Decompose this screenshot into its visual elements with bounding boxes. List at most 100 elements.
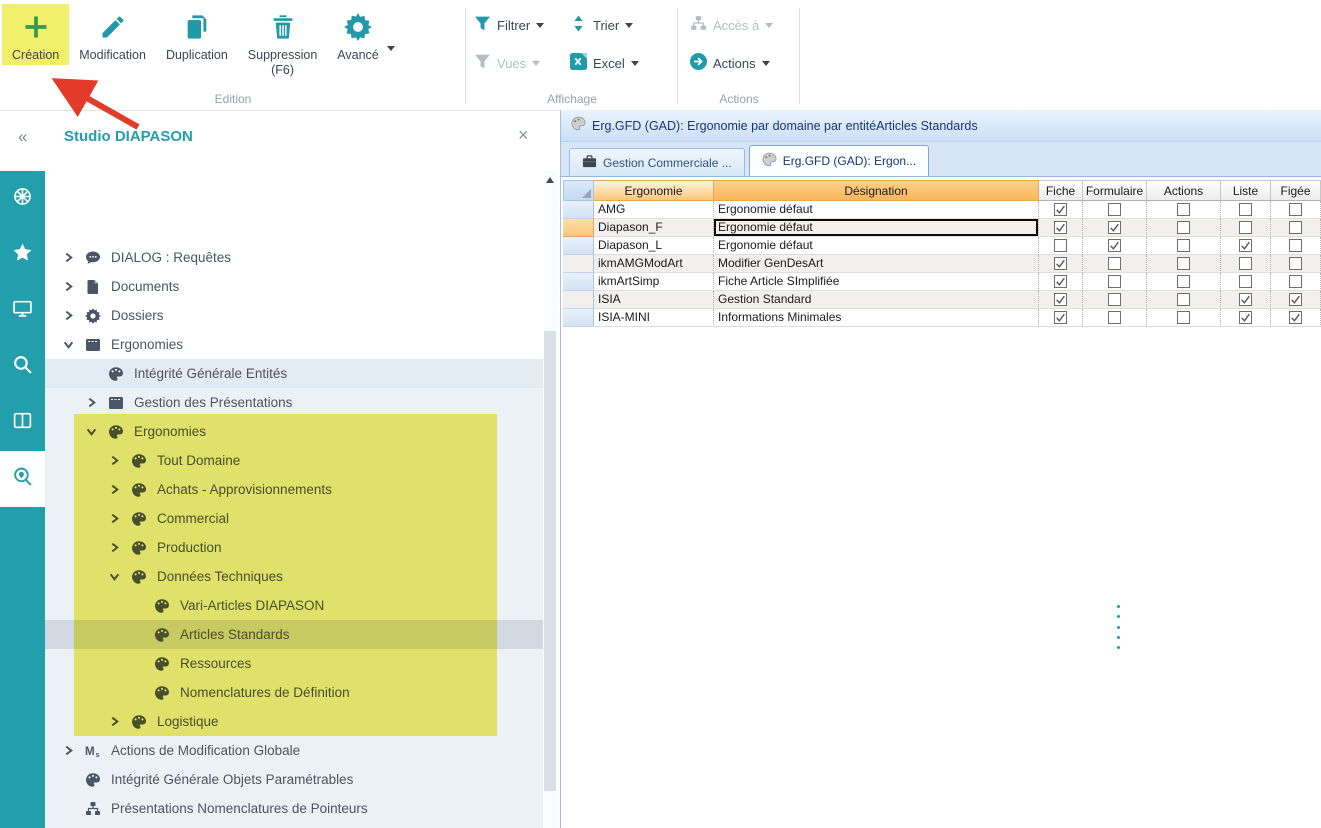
checkbox-formulaire[interactable] [1083,309,1147,327]
rail-item-split-view-icon[interactable] [0,395,45,451]
row-selector[interactable] [563,291,594,309]
rail-item-search-pin-icon[interactable] [0,451,45,507]
tree-item-int-grit-g-n-rale-entit-s[interactable]: Intégrité Générale Entités [45,359,543,388]
checkbox-figee[interactable] [1271,309,1321,327]
filtrer-button[interactable]: Filtrer [474,6,570,44]
tree-item-volets[interactable]: Volets [45,823,543,828]
rail-item-search-icon[interactable] [0,339,45,395]
checkbox-formulaire[interactable] [1083,237,1147,255]
sidebar-close-icon[interactable]: × [518,125,529,146]
rail-item-monitor-icon[interactable] [0,283,45,339]
avanc--button[interactable]: Avancé [327,4,388,65]
tree-item-ergonomies[interactable]: Ergonomies [45,330,543,359]
select-all-corner[interactable] [563,180,594,201]
scrollbar-thumb[interactable] [544,331,556,791]
row-selector[interactable] [563,273,594,291]
checkbox-liste[interactable] [1221,219,1271,237]
checkbox-liste[interactable] [1221,255,1271,273]
rail-item-star-icon[interactable] [0,227,45,283]
duplication-button[interactable]: Duplication [156,4,238,65]
checkbox-formulaire[interactable] [1083,201,1147,219]
checkbox-figee[interactable] [1271,291,1321,309]
cell-ergonomie[interactable]: Diapason_F [594,219,714,237]
rail-item-wheel-icon[interactable] [0,171,45,227]
row-selector[interactable] [563,237,594,255]
chevron-down-icon[interactable] [86,424,108,440]
checkbox-liste[interactable] [1221,309,1271,327]
acc-s-à-button[interactable]: Accès à [690,6,792,44]
tree-item-achats-approvisionnements[interactable]: Achats - Approvisionnements [45,475,543,504]
chevron-right-icon[interactable] [109,714,131,730]
cell-designation[interactable]: Modifier GenDesArt [714,255,1039,273]
chevron-right-icon[interactable] [63,308,85,324]
checkbox-fiche[interactable] [1039,219,1083,237]
cell-ergonomie[interactable]: ISIA [594,291,714,309]
cell-ergonomie[interactable]: ikmArtSimp [594,273,714,291]
checkbox-actions[interactable] [1147,273,1221,291]
tab-erg-gfd[interactable]: Erg.GFD (GAD): Ergon... [749,145,929,176]
tree-item-dialog-requ-tes[interactable]: DIALOG : Requêtes [45,243,543,272]
tree-item-pr-sentations-nomenclatures-de-pointeurs[interactable]: Présentations Nomenclatures de Pointeurs [45,794,543,823]
chevron-down-icon[interactable] [109,569,131,585]
cell-designation[interactable]: Ergonomie défaut [714,219,1039,237]
sidebar-collapse-icon[interactable]: « [18,127,27,147]
cell-ergonomie[interactable]: Diapason_L [594,237,714,255]
checkbox-fiche[interactable] [1039,201,1083,219]
column-header-figée[interactable]: Figée [1271,180,1321,201]
checkbox-liste[interactable] [1221,201,1271,219]
row-selector[interactable] [563,255,594,273]
tree-item-gestion-des-pr-sentations[interactable]: Gestion des Présentations [45,388,543,417]
checkbox-actions[interactable] [1147,291,1221,309]
tree-item-articles-standards[interactable]: Articles Standards [45,620,543,649]
checkbox-figee[interactable] [1271,255,1321,273]
chevron-right-icon[interactable] [109,511,131,527]
tree-item-vari-articles-diapason[interactable]: Vari-Articles DIAPASON [45,591,543,620]
checkbox-fiche[interactable] [1039,255,1083,273]
tree-item-nomenclatures-de-d-finition[interactable]: Nomenclatures de Définition [45,678,543,707]
splitter-grip[interactable] [1116,605,1120,649]
tree-item-int-grit-g-n-rale-objets-param-trables[interactable]: Intégrité Générale Objets Paramétrables [45,765,543,794]
checkbox-actions[interactable] [1147,255,1221,273]
row-selector[interactable] [563,201,594,219]
tree-item-actions-de-modification-globale[interactable]: MsActions de Modification Globale [45,736,543,765]
cr-ation-button[interactable]: Création [2,4,69,65]
row-selector[interactable] [563,219,594,237]
chevron-right-icon[interactable] [63,743,85,759]
cell-designation[interactable]: Ergonomie défaut [714,237,1039,255]
column-header-formulaire[interactable]: Formulaire [1083,180,1147,201]
tree-item-documents[interactable]: Documents [45,272,543,301]
cell-ergonomie[interactable]: ISIA-MINI [594,309,714,327]
chevron-right-icon[interactable] [63,279,85,295]
chevron-right-icon[interactable] [63,250,85,266]
tree-item-commercial[interactable]: Commercial [45,504,543,533]
actions-button[interactable]: Actions [690,44,792,82]
tab-gestion-commerciale[interactable]: Gestion Commerciale ... [569,148,745,176]
cell-ergonomie[interactable]: AMG [594,201,714,219]
cell-ergonomie[interactable]: ikmAMGModArt [594,255,714,273]
cell-designation[interactable]: Gestion Standard [714,291,1039,309]
checkbox-actions[interactable] [1147,201,1221,219]
checkbox-liste[interactable] [1221,237,1271,255]
row-selector[interactable] [563,309,594,327]
tree-item-ressources[interactable]: Ressources [45,649,543,678]
checkbox-figee[interactable] [1271,273,1321,291]
checkbox-liste[interactable] [1221,291,1271,309]
tree-item-ergonomies[interactable]: Ergonomies [45,417,543,446]
checkbox-actions[interactable] [1147,219,1221,237]
checkbox-formulaire[interactable] [1083,291,1147,309]
checkbox-figee[interactable] [1271,201,1321,219]
tree-item-donn-es-techniques[interactable]: Données Techniques [45,562,543,591]
cell-designation[interactable]: Ergonomie défaut [714,201,1039,219]
column-header-liste[interactable]: Liste [1221,180,1271,201]
tree-scrollbar[interactable] [543,171,557,828]
column-header-désignation[interactable]: Désignation [714,180,1039,201]
cell-designation[interactable]: Fiche Article SImplifiée [714,273,1039,291]
excel-button[interactable]: Excel [570,44,674,82]
checkbox-fiche[interactable] [1039,273,1083,291]
cell-designation[interactable]: Informations Minimales [714,309,1039,327]
chevron-right-icon[interactable] [109,540,131,556]
checkbox-formulaire[interactable] [1083,219,1147,237]
suppression-button[interactable]: Suppression(F6) [238,4,328,80]
tree-item-logistique[interactable]: Logistique [45,707,543,736]
checkbox-liste[interactable] [1221,273,1271,291]
